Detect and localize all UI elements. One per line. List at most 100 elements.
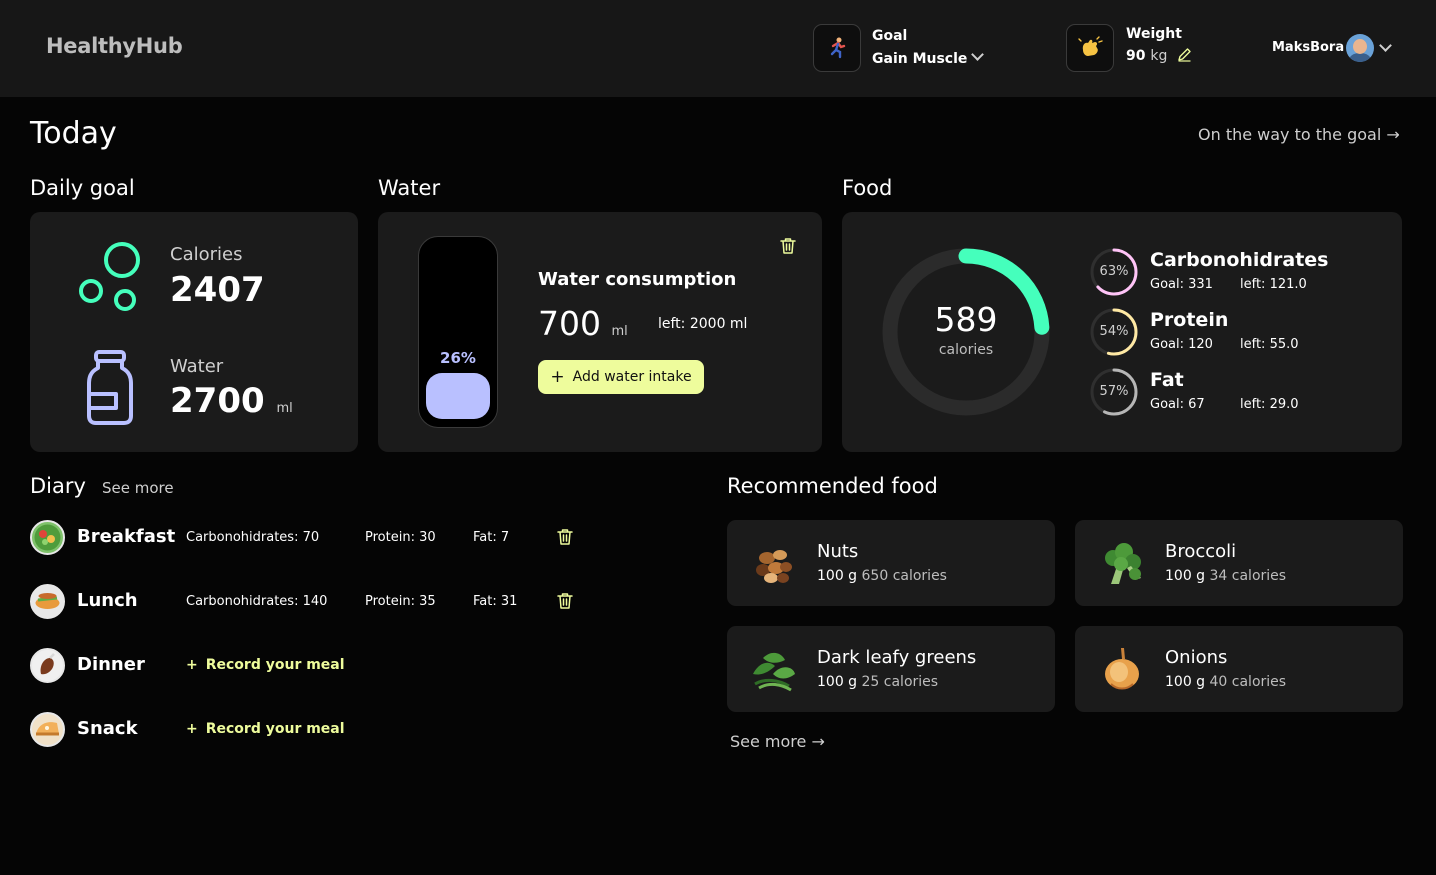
protein-goal: Goal: 120 [1150,337,1213,352]
carbs-goal: Goal: 331 [1150,277,1213,292]
lunch-trash-icon[interactable] [557,592,573,610]
fat-percent: 57% [1099,384,1129,399]
lunch-fat: Fat: 31 [473,594,518,609]
carbs-name: Carbonohidrates [1150,249,1329,271]
onions-info: 100 g 40 calories [1165,674,1286,690]
breakfast-carbs: Carbonohidrates: 70 [186,530,320,545]
protein-percent: 54% [1099,324,1129,339]
dark-leafy-greens-info: 100 g 25 calories [817,674,938,690]
snack-name[interactable]: Snack [77,718,138,739]
diary-see-more-link[interactable]: See more [102,479,174,497]
top-header: HealthyHub Goal Gain Muscle Weight 90 kg… [0,0,1436,97]
fat-name: Fat [1150,369,1184,391]
water-goal-label: Water [170,356,224,377]
carbs-left: left: 121.0 [1240,277,1307,292]
add-water-label: Add water intake [572,369,692,385]
onions-name: Onions [1165,647,1228,668]
onions-calories: 40 calories [1209,674,1287,690]
water-bottle-icon [87,350,133,425]
dark-leafy-greens-name: Dark leafy greens [817,647,977,668]
recommended-see-more-link[interactable]: See more → [730,732,825,751]
water-goal-value: 2700 ml [170,381,293,421]
water-title: Water [378,176,441,200]
lunch-carbs: Carbonohidrates: 140 [186,594,328,609]
water-goal-number: 2700 [170,381,265,421]
dark-leafy-greens-calories: 25 calories [861,674,939,690]
weight-icon [1066,24,1114,72]
nuts-amount: 100 g [817,568,858,584]
add-water-button[interactable]: + Add water intake [538,360,704,394]
snack-record-label: Record your meal [205,721,345,737]
weight-unit: kg [1150,48,1168,64]
avatar[interactable] [1346,34,1374,62]
water-left: left: 2000 ml [658,316,748,332]
goal-value[interactable]: Gain Muscle [872,51,967,67]
app-logo[interactable]: HealthyHub [46,34,183,58]
snack-plate-icon [30,712,65,747]
water-bottle-gauge: 26% [418,236,498,428]
dinner-record-label: Record your meal [205,657,345,673]
edit-pencil-icon[interactable] [1177,47,1192,62]
water-trash-icon[interactable] [780,237,796,255]
water-consumption-title: Water consumption [538,269,737,290]
onion-image [1105,648,1139,690]
weight-number: 90 [1126,48,1146,64]
nuts-calories: 650 calories [861,568,947,584]
daily-goal-title: Daily goal [30,176,135,200]
dark-leafy-greens-amount: 100 g [817,674,858,690]
avatar-body [1349,53,1371,62]
plus-icon: + [186,657,198,673]
goal-progress-link[interactable]: On the way to the goal → [1198,125,1400,144]
weight-value: 90 kg [1126,48,1167,64]
broccoli-name: Broccoli [1165,541,1237,562]
page-title: Today [30,116,117,151]
protein-left: left: 55.0 [1240,337,1299,352]
water-percent: 26% [440,349,476,367]
fat-goal: Goal: 67 [1150,397,1205,412]
broccoli-calories: 34 calories [1209,568,1287,584]
water-level-fill [426,373,490,419]
breakfast-protein: Protein: 30 [365,530,436,545]
lunch-name[interactable]: Lunch [77,590,138,611]
nuts-name: Nuts [817,541,859,562]
user-name[interactable]: MaksBora [1272,40,1344,55]
dinner-record-meal-link[interactable]: + Record your meal [186,657,345,673]
avatar-face [1353,39,1367,54]
dark-leafy-greens-image [753,652,795,692]
recommended-item-broccoli[interactable]: Broccoli 100 g 34 calories [1075,520,1403,606]
goal-chevron-down-icon[interactable] [971,48,984,61]
recommended-item-onions[interactable]: Onions 100 g 40 calories [1075,626,1403,712]
calories-bubbles-icon [79,242,140,311]
plus-icon: + [550,366,565,387]
recommended-item-nuts[interactable]: Nuts 100 g 650 calories [727,520,1055,606]
broccoli-image [1105,543,1141,584]
carbs-percent: 63% [1099,264,1129,279]
user-chevron-down-icon[interactable] [1379,39,1392,52]
water-goal-unit: ml [276,401,293,416]
lunch-plate-icon [30,584,65,619]
dinner-plate-icon [30,648,65,683]
goal-label: Goal [872,28,908,44]
recommended-item-dark-leafy-greens[interactable]: Dark leafy greens 100 g 25 calories [727,626,1055,712]
weight-label: Weight [1126,26,1182,42]
lunch-protein: Protein: 35 [365,594,436,609]
snack-record-meal-link[interactable]: + Record your meal [186,721,345,737]
protein-name: Protein [1150,309,1229,331]
water-consumed-amount: 700 ml [538,304,628,343]
breakfast-plate-icon [30,520,65,555]
food-calories-value: 589 [934,300,998,339]
breakfast-name[interactable]: Breakfast [77,526,175,547]
goal-icon[interactable] [813,24,861,72]
food-calories-label: calories [938,342,994,358]
breakfast-fat: Fat: 7 [473,530,510,545]
nuts-info: 100 g 650 calories [817,568,947,584]
breakfast-trash-icon[interactable] [557,528,573,546]
dinner-name[interactable]: Dinner [77,654,145,675]
water-consumed-unit: ml [611,324,628,339]
broccoli-info: 100 g 34 calories [1165,568,1286,584]
fat-left: left: 29.0 [1240,397,1299,412]
diary-title: Diary [30,474,86,498]
recommended-food-title: Recommended food [727,474,938,498]
onions-amount: 100 g [1165,674,1206,690]
water-consumed-number: 700 [538,304,601,343]
